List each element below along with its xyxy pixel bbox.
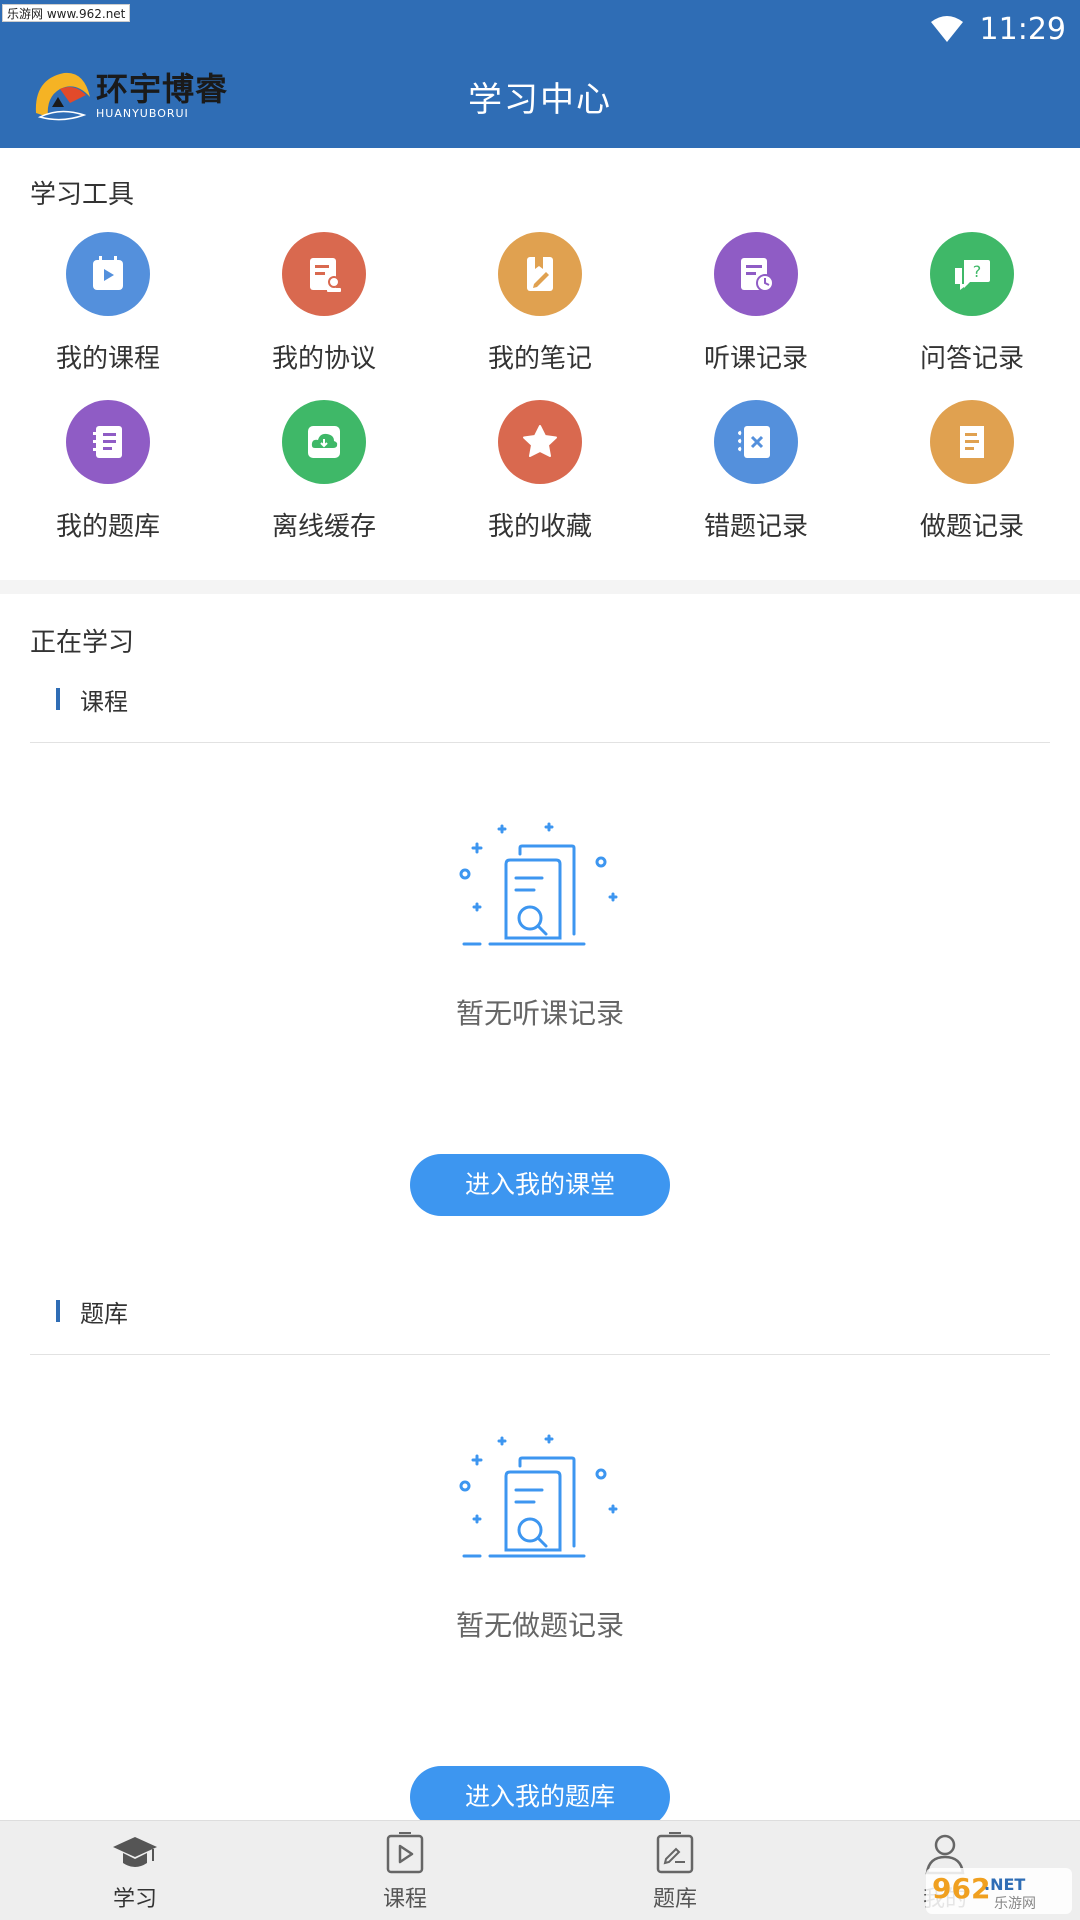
course-icon (93, 256, 123, 290)
bank-subheader: 题库 (56, 1296, 128, 1328)
tool-label: 错题记录 (703, 512, 808, 542)
tool-icon-circle (282, 400, 366, 484)
page-title: 学习中心 (468, 80, 612, 120)
svg-text:.NET: .NET (984, 1875, 1025, 1894)
listen-record-icon (741, 258, 774, 292)
svg-text:乐游网: 乐游网 (994, 1896, 1036, 1912)
edit-sheet-icon (656, 1832, 694, 1874)
status-bar: 11:29 (930, 8, 1066, 50)
favorite-icon (523, 425, 557, 457)
tool-my-favorites[interactable]: 我的收藏 (432, 400, 648, 543)
watermark-label: 乐游网 www.962.net (2, 4, 131, 22)
tool-label: 我的笔记 (487, 344, 592, 374)
tool-icon-circle (66, 232, 150, 316)
empty-records-illustration-icon (459, 822, 618, 946)
tool-listen-records[interactable]: 听课记录 (648, 232, 864, 375)
tool-my-courses[interactable]: 我的课程 (0, 232, 216, 375)
tool-my-notes[interactable]: 我的笔记 (432, 232, 648, 375)
empty-text-course: 暂无听课记录 (455, 997, 624, 1030)
tool-icon-circle (714, 400, 798, 484)
nav-tab-question-bank[interactable]: 题库 (540, 1821, 810, 1920)
tool-icon-circle (66, 400, 150, 484)
section-title-tools: 学习工具 (30, 180, 135, 210)
offline-cache-icon (308, 426, 340, 458)
tool-icon-circle (930, 400, 1014, 484)
empty-text-bank: 暂无做题记录 (455, 1609, 624, 1642)
watermark-962-logo: 962 .NET 乐游网 (926, 1868, 1072, 1914)
app-root: 乐游网 www.962.net 11:29 环宇博睿 HUANYUBORUI 学… (0, 0, 1080, 1920)
tool-my-question-bank[interactable]: 我的题库 (0, 400, 216, 543)
learning-tools-section: 学习工具 我的课程 我的协议 我的笔记 听课记录 ? 问答记录 我的题库 离线缓… (0, 148, 1080, 580)
tool-label: 我的题库 (55, 512, 160, 542)
bank-subheader-label: 题库 (80, 1299, 128, 1328)
course-subheader: 课程 (56, 684, 128, 716)
tool-icon-circle (498, 400, 582, 484)
tool-qa-records[interactable]: ? 问答记录 (864, 232, 1080, 375)
tool-label: 听课记录 (703, 344, 808, 374)
tool-offline-cache[interactable]: 离线缓存 (216, 400, 432, 543)
tool-practice-records[interactable]: 做题记录 (864, 400, 1080, 543)
currently-learning-section: 正在学习 课程 暂无听课记录 进入我的课堂 题库 暂无做题记录 进入我的题库 (0, 594, 1080, 1828)
tool-my-agreements[interactable]: 我的协议 (216, 232, 432, 375)
course-subheader-label: 课程 (80, 687, 128, 716)
practice-record-icon (960, 426, 984, 458)
tool-label: 问答记录 (919, 344, 1024, 374)
accent-bar (56, 688, 60, 710)
accent-bar (56, 1300, 60, 1322)
tool-icon-circle (282, 232, 366, 316)
divider-line (30, 742, 1050, 743)
divider-line (30, 1354, 1050, 1355)
section-title-learning: 正在学习 (30, 628, 135, 658)
enter-my-classroom-button[interactable]: 进入我的课堂 (410, 1154, 670, 1216)
tool-icon-circle (714, 232, 798, 316)
tool-wrong-questions[interactable]: 错题记录 (648, 400, 864, 543)
nav-label: 题库 (652, 1887, 697, 1912)
video-play-icon (386, 1832, 424, 1874)
empty-records-illustration-icon (459, 1434, 618, 1558)
bottom-nav: 学习 课程 题库 我的 (0, 1820, 1080, 1920)
graduation-cap-icon (113, 1837, 157, 1867)
enter-my-question-bank-button[interactable]: 进入我的题库 (410, 1766, 670, 1828)
tool-label: 我的课程 (55, 344, 160, 374)
wifi-icon (930, 16, 963, 42)
tool-icon-circle (498, 232, 582, 316)
nav-label: 学习 (112, 1887, 157, 1912)
nav-tab-study[interactable]: 学习 (0, 1821, 270, 1920)
agreement-icon (310, 258, 341, 292)
tool-label: 我的收藏 (487, 512, 592, 542)
status-time: 11:29 (979, 11, 1066, 47)
tool-label: 做题记录 (919, 512, 1024, 542)
tool-icon-circle: ? (930, 232, 1014, 316)
svg-text:962: 962 (932, 1872, 990, 1905)
question-bank-icon (93, 426, 122, 458)
tool-label: 离线缓存 (271, 512, 376, 542)
nav-label: 课程 (382, 1887, 427, 1912)
qa-record-icon: ? (955, 260, 990, 290)
wrong-question-icon (738, 426, 770, 458)
nav-tab-courses[interactable]: 课程 (270, 1821, 540, 1920)
svg-text:?: ? (973, 262, 982, 281)
app-header: 乐游网 www.962.net 11:29 环宇博睿 HUANYUBORUI 学… (0, 0, 1080, 148)
section-divider (0, 580, 1080, 594)
note-icon (527, 257, 553, 291)
tool-label: 我的协议 (271, 344, 376, 374)
